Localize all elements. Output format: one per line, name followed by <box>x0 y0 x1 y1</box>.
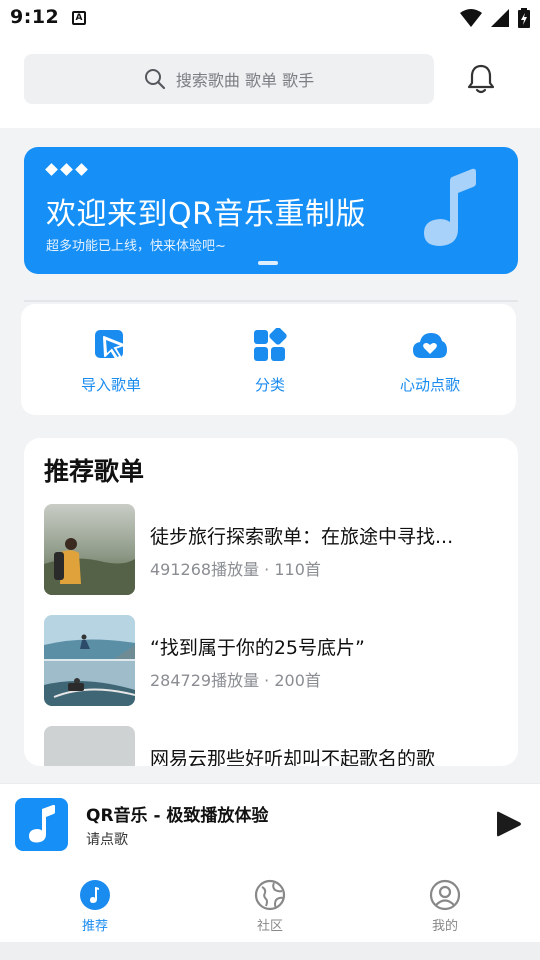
recommended-playlists-card: 推荐歌单 徒步旅行探索歌单：在旅途中寻找... 491268播放量 · 110首 <box>24 438 518 766</box>
tab-label: 社区 <box>256 919 283 934</box>
playlist-cover <box>44 504 135 595</box>
search-icon <box>144 69 166 90</box>
system-nav-bar <box>0 942 540 960</box>
heart-cloud-icon <box>413 333 447 358</box>
notification-a-icon: A <box>72 11 86 25</box>
music-note-icon <box>424 168 476 246</box>
playlist-name: 网易云那些好听却叫不起歌名的歌 <box>150 748 436 766</box>
bell-icon[interactable] <box>464 62 498 96</box>
player-subtitle: 请点歌 <box>86 832 128 848</box>
player-cover <box>15 798 68 851</box>
carousel-indicator <box>258 261 278 265</box>
signal-icon <box>491 9 509 27</box>
quick-actions: 导入歌单 分类 心动点歌 <box>21 304 516 415</box>
playlist-cover <box>44 726 135 766</box>
playlist-meta: 491268播放量 · 110首 <box>150 560 321 579</box>
welcome-banner[interactable]: 欢迎来到QR音乐重制版 超多功能已上线，快来体验吧~ <box>24 147 518 274</box>
tab-community[interactable]: 社区 <box>230 879 310 934</box>
playlist-name: 徒步旅行探索歌单：在旅途中寻找... <box>150 526 454 548</box>
quick-action-label: 分类 <box>254 376 285 394</box>
status-bar: 9:12 A <box>0 0 540 36</box>
search-placeholder: 搜索歌曲 歌单 歌手 <box>175 71 315 90</box>
user-icon <box>429 879 461 911</box>
tab-label: 我的 <box>431 919 458 934</box>
battery-icon <box>518 8 530 28</box>
music-disc-icon <box>80 880 110 910</box>
top-header: 搜索歌曲 歌单 歌手 <box>0 36 540 128</box>
bottom-tab-bar: 推荐 社区 我的 <box>0 863 540 942</box>
globe-icon <box>254 879 286 911</box>
search-bar[interactable]: 搜索歌曲 歌单 歌手 <box>24 54 434 104</box>
status-icons <box>460 8 530 28</box>
music-note-icon <box>29 804 55 843</box>
import-playlist-button[interactable]: 导入歌单 <box>51 328 171 395</box>
import-playlist-icon <box>95 330 125 361</box>
quick-action-label: 导入歌单 <box>80 376 141 394</box>
category-grid-icon <box>254 328 287 361</box>
section-title: 推荐歌单 <box>44 457 145 486</box>
playlist-item[interactable]: 徒步旅行探索歌单：在旅途中寻找... 491268播放量 · 110首 <box>44 504 504 596</box>
banner-subtitle: 超多功能已上线，快来体验吧~ <box>46 239 226 254</box>
tab-label: 推荐 <box>81 919 108 934</box>
tab-recommend[interactable]: 推荐 <box>55 879 135 934</box>
playlist-item[interactable]: “找到属于你的25号底片” 284729播放量 · 200首 <box>44 615 504 707</box>
mini-player[interactable]: QR音乐 - 极致播放体验 请点歌 <box>0 783 540 863</box>
diamonds-decoration <box>45 163 88 176</box>
playlist-cover <box>44 615 135 706</box>
play-icon[interactable] <box>496 810 522 838</box>
divider <box>24 300 518 302</box>
banner-title: 欢迎来到QR音乐重制版 <box>46 197 366 232</box>
tab-mine[interactable]: 我的 <box>405 879 485 934</box>
player-title: QR音乐 - 极致播放体验 <box>86 806 269 826</box>
quick-action-label: 心动点歌 <box>399 376 460 394</box>
wifi-icon <box>460 9 482 27</box>
heart-song-button[interactable]: 心动点歌 <box>370 328 490 395</box>
playlist-item[interactable]: 网易云那些好听却叫不起歌名的歌 <box>44 726 504 766</box>
playlist-meta: 284729播放量 · 200首 <box>150 671 321 690</box>
category-button[interactable]: 分类 <box>210 328 330 395</box>
playlist-name: “找到属于你的25号底片” <box>150 637 365 659</box>
status-time: 9:12 <box>10 6 60 28</box>
